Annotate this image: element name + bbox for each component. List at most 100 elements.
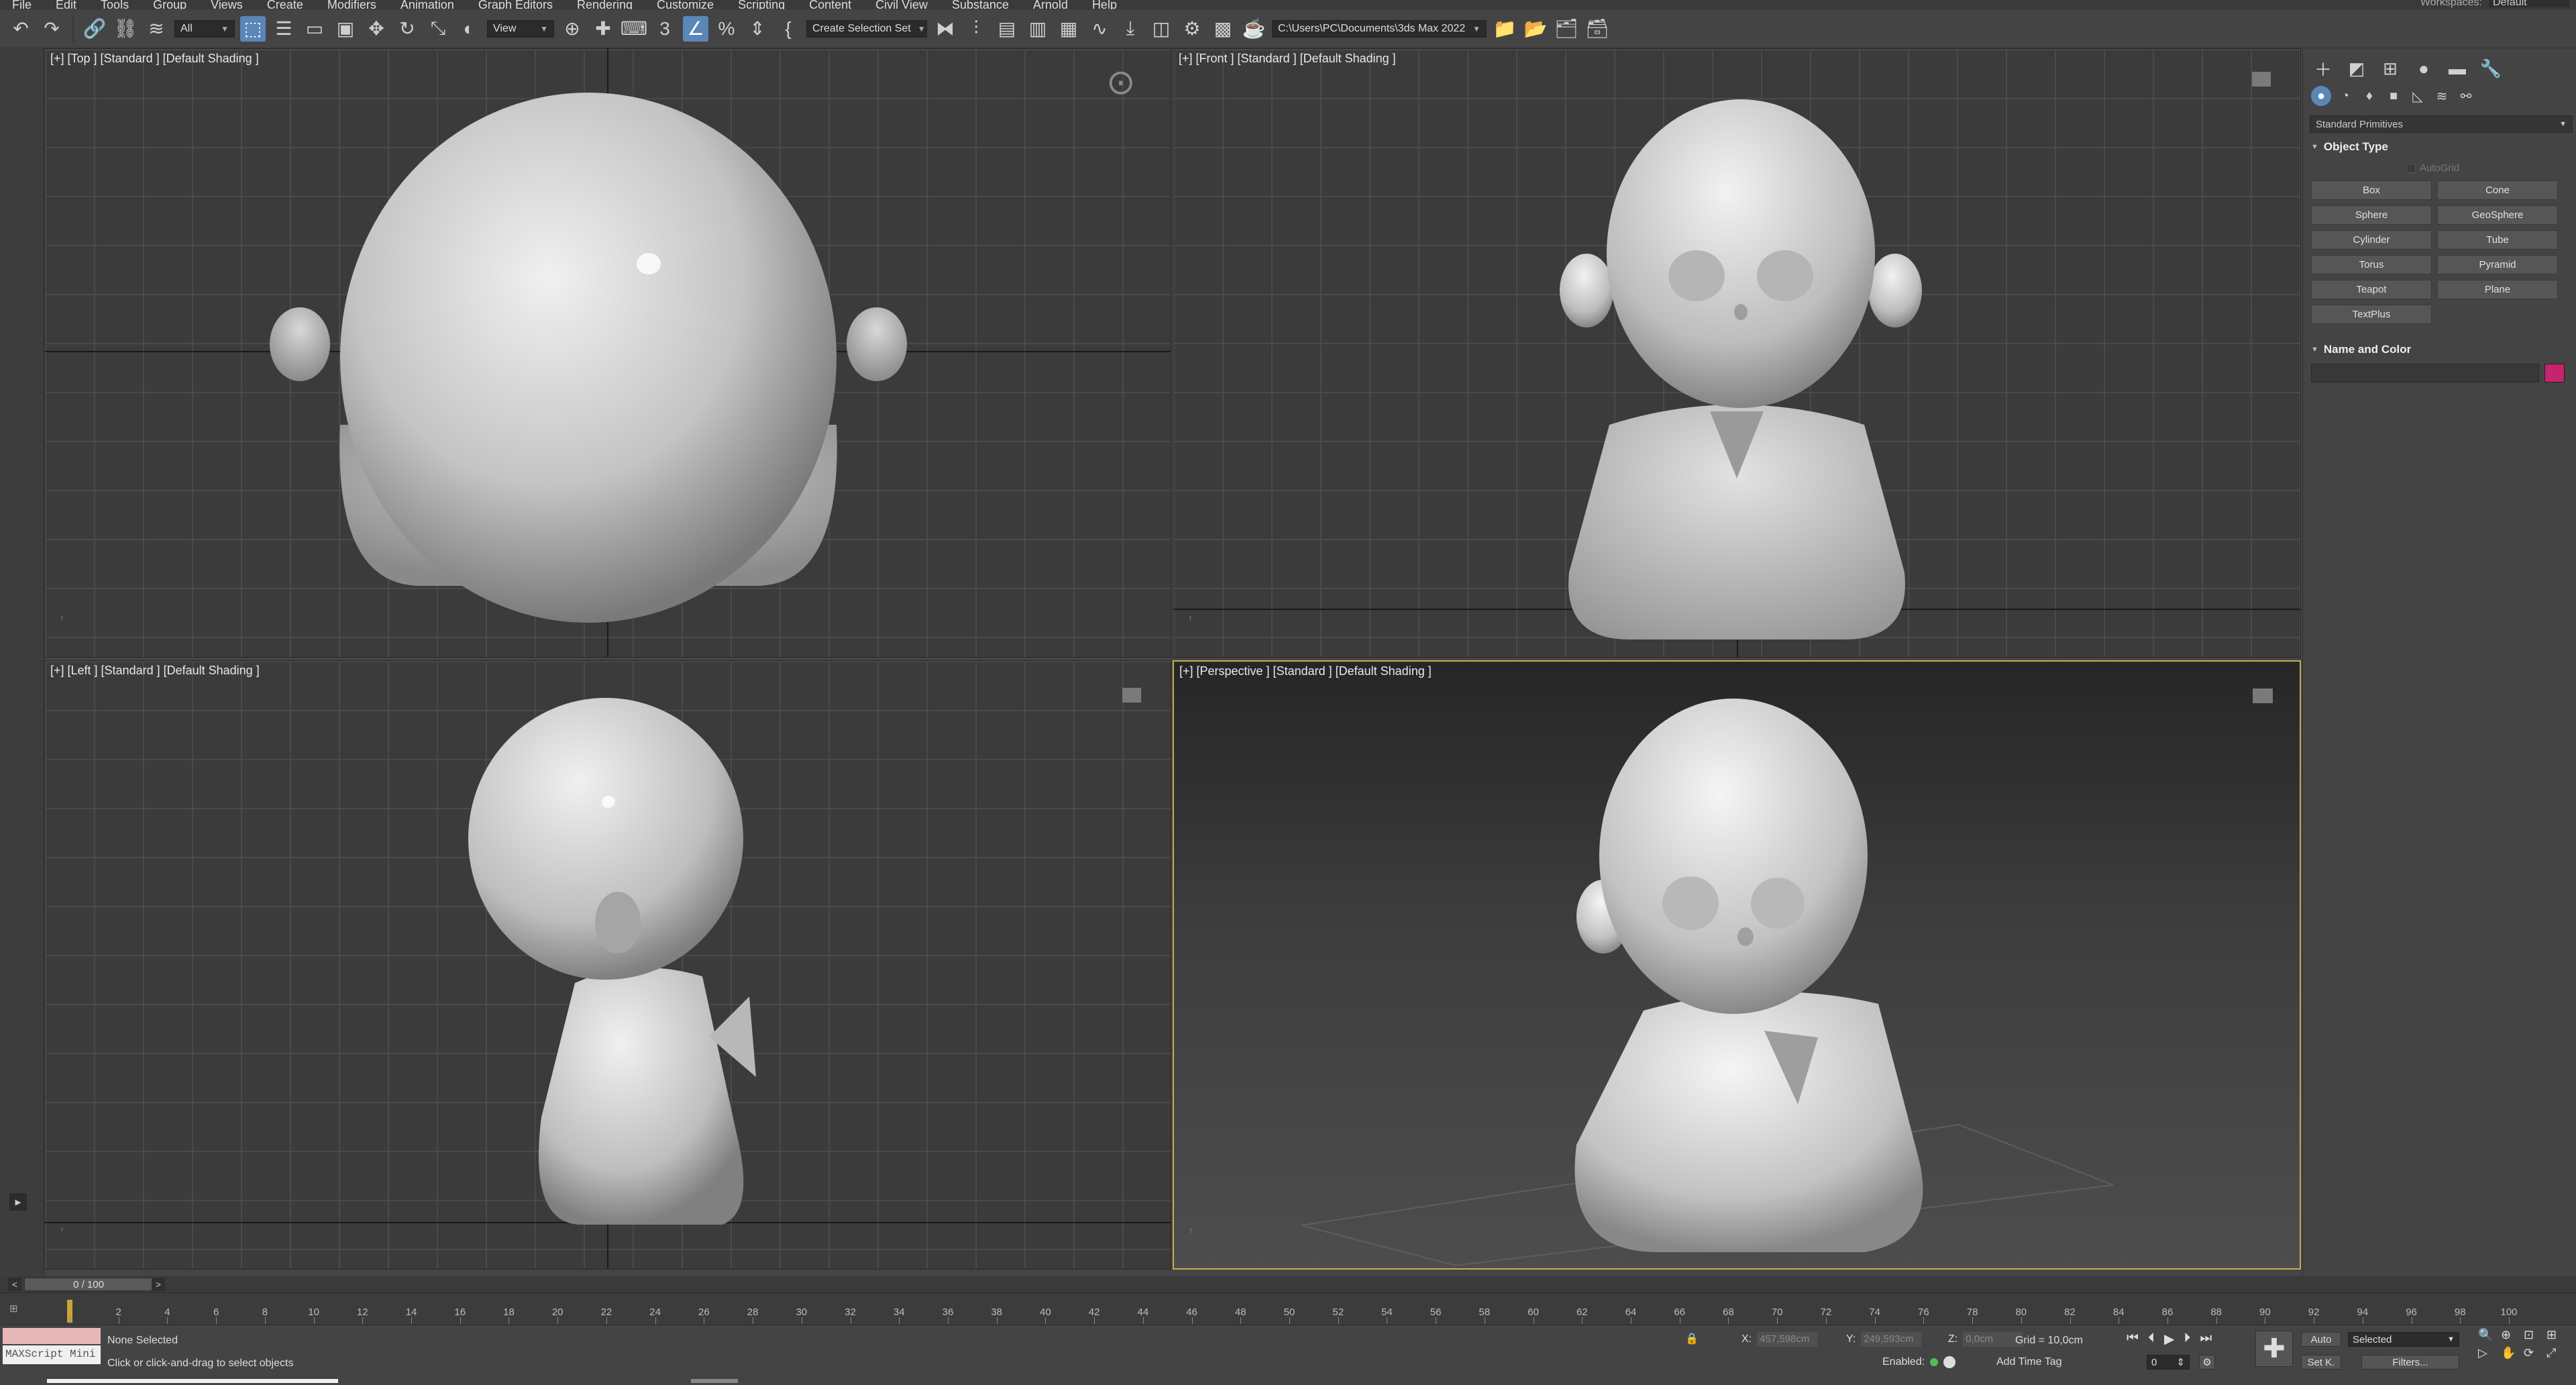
geosphere-button[interactable]: GeoSphere <box>2437 205 2558 225</box>
viewcube-icon[interactable] <box>1122 688 1141 703</box>
zoom-extents-all-icon[interactable]: ⊞ <box>2546 1328 2569 1342</box>
set-key-button[interactable]: Set K. <box>2301 1355 2341 1370</box>
key-filters-button[interactable]: Filters... <box>2361 1355 2459 1370</box>
menu-customize[interactable]: Customize <box>645 0 726 9</box>
project-folder-icon[interactable]: 📁 <box>1492 16 1517 42</box>
utilities-tab-icon[interactable]: 🔧 <box>2477 55 2504 82</box>
go-to-end-icon[interactable]: ⏭ <box>2200 1331 2212 1347</box>
selection-filter-dropdown[interactable]: All ▼ <box>174 19 235 38</box>
primitive-category-dropdown[interactable]: Standard Primitives ▼ <box>2310 115 2573 133</box>
scene-explorer-icon[interactable]: ▤ <box>994 16 1020 42</box>
track-bar[interactable]: ⊞ 2 4 6 8 10 12 14 16 18 20 22 24 26 28 30 32 34 36 38 40 42… <box>0 1292 2576 1325</box>
snap-3d-icon[interactable]: 3 <box>652 16 678 42</box>
material-editor-icon[interactable]: ◫ <box>1148 16 1174 42</box>
pyramid-button[interactable]: Pyramid <box>2437 255 2558 274</box>
rect-selection-icon[interactable]: ▭ <box>302 16 327 42</box>
autogrid-checkbox[interactable]: AutoGrid <box>2406 162 2574 174</box>
viewport-front[interactable]: [+] [Front ] [Standard ] [Default Shadin… <box>1173 48 2301 658</box>
object-color-swatch[interactable] <box>2544 364 2565 382</box>
time-next-icon[interactable]: > <box>152 1278 165 1291</box>
geometry-icon[interactable]: ● <box>2311 86 2331 106</box>
time-prev-icon[interactable]: < <box>8 1278 21 1291</box>
menu-graph-editors[interactable]: Graph Editors <box>466 0 565 9</box>
viewport-perspective[interactable]: [+] [Perspective ] [Standard ] [Default … <box>1173 660 2301 1270</box>
expand-viewport-layout-icon[interactable]: ▸ <box>9 1193 27 1211</box>
cameras-icon[interactable]: ■ <box>2383 86 2404 106</box>
cone-button[interactable]: Cone <box>2437 181 2558 200</box>
schematic-view-icon[interactable]: ⤓ <box>1118 16 1143 42</box>
ref-coord-dropdown[interactable]: View ▼ <box>487 19 554 38</box>
rotate-icon[interactable]: ↻ <box>394 16 420 42</box>
tube-button[interactable]: Tube <box>2437 230 2558 250</box>
unlink-icon[interactable]: ⛓ <box>113 16 138 42</box>
time-slider[interactable]: 0 / 100 <box>24 1278 153 1291</box>
x-field[interactable]: 457,598cm <box>1757 1332 1818 1347</box>
object-name-field[interactable] <box>2311 364 2539 382</box>
menu-file[interactable]: File <box>0 0 44 9</box>
menu-animation[interactable]: Animation <box>388 0 466 9</box>
previous-frame-icon[interactable]: ⏴ <box>2148 1331 2155 1347</box>
window-crossing-icon[interactable]: ▣ <box>333 16 358 42</box>
viewport-top[interactable]: [+] [Top ] [Standard ] [Default Shading … <box>44 48 1171 658</box>
lock-selection-icon[interactable]: 🔒 <box>1685 1332 1699 1345</box>
pan-icon[interactable]: ✋ <box>2501 1346 2524 1360</box>
rendered-frame-icon[interactable]: ▩ <box>1210 16 1236 42</box>
project-folder-dropdown[interactable]: C:\Users\PC\Documents\3ds Max 2022 ▼ <box>1272 19 1487 38</box>
menu-scripting[interactable]: Scripting <box>726 0 797 9</box>
pivot-center-icon[interactable]: ⊕ <box>559 16 585 42</box>
current-frame-field[interactable]: 0 ⇕ <box>2147 1355 2190 1370</box>
hierarchy-tab-icon[interactable]: ⊞ <box>2377 55 2404 82</box>
teapot-button[interactable]: Teapot <box>2311 280 2432 299</box>
create-tab-icon[interactable]: ＋ <box>2310 55 2337 82</box>
fov-icon[interactable]: ▷ <box>2478 1346 2501 1360</box>
menu-group[interactable]: Group <box>141 0 199 9</box>
orbit-icon[interactable]: ⟳ <box>2524 1346 2546 1360</box>
viewport-label-front[interactable]: [+] [Front ] [Standard ] [Default Shadin… <box>1179 52 1396 66</box>
render-production-icon[interactable]: ☕ <box>1241 16 1267 42</box>
menu-arnold[interactable]: Arnold <box>1021 0 1080 9</box>
angle-snap-icon[interactable]: ∠ <box>683 15 708 42</box>
workspaces-dropdown[interactable]: Default <box>2489 0 2569 8</box>
motion-tab-icon[interactable]: ● <box>2410 55 2437 82</box>
z-field[interactable]: 0,0cm <box>1963 1332 2024 1347</box>
layer-explorer-icon[interactable]: ▥ <box>1025 16 1051 42</box>
systems-icon[interactable]: ⚯ <box>2456 86 2476 106</box>
key-filter-icon[interactable]: ⊞ <box>9 1302 36 1316</box>
spinner-snap-icon[interactable]: ⇕ <box>745 16 770 42</box>
redo-icon[interactable]: ↷ <box>39 16 64 42</box>
menu-substance[interactable]: Substance <box>940 0 1021 9</box>
maxscript-listener-input[interactable] <box>3 1328 101 1344</box>
keyboard-shortcut-icon[interactable]: ⌨ <box>621 16 647 42</box>
viewport-label-left[interactable]: [+] [Left ] [Standard ] [Default Shading… <box>50 664 260 678</box>
name-and-color-header[interactable]: ▼ Name and Color <box>2308 341 2574 358</box>
select-manipulate-icon[interactable]: ✚ <box>590 16 616 42</box>
shapes-icon[interactable]: ◔ <box>2335 86 2355 106</box>
ribbon-icon[interactable]: ▦ <box>1056 16 1081 42</box>
placement-icon[interactable]: ◐ <box>456 16 482 42</box>
curve-editor-icon[interactable]: ∿ <box>1087 16 1112 42</box>
plane-button[interactable]: Plane <box>2437 280 2558 299</box>
maximize-viewport-icon[interactable]: ⤢ <box>2546 1346 2569 1360</box>
spacewarps-icon[interactable]: ≋ <box>2432 86 2452 106</box>
menu-rendering[interactable]: Rendering <box>565 0 645 9</box>
object-type-header[interactable]: ▼ Object Type <box>2308 138 2574 156</box>
menu-civil-view[interactable]: Civil View <box>863 0 940 9</box>
menu-create[interactable]: Create <box>255 0 315 9</box>
textplus-button[interactable]: TextPlus <box>2311 305 2432 324</box>
open-project-icon[interactable]: 📂 <box>1523 16 1548 42</box>
menu-modifiers[interactable]: Modifiers <box>315 0 388 9</box>
modify-tab-icon[interactable]: ◩ <box>2343 55 2370 82</box>
menu-edit[interactable]: Edit <box>44 0 89 9</box>
y-field[interactable]: 249,593cm <box>1861 1332 1922 1347</box>
zoom-icon[interactable]: 🔍 <box>2478 1328 2501 1342</box>
zoom-all-icon[interactable]: ⊕ <box>2501 1328 2524 1342</box>
zoom-extents-icon[interactable]: ⊡ <box>2524 1328 2546 1342</box>
viewport-left[interactable]: [+] [Left ] [Standard ] [Default Shading… <box>44 660 1171 1270</box>
play-icon[interactable]: ▶ <box>2164 1331 2174 1347</box>
viewcube-icon[interactable] <box>2252 72 2271 87</box>
render-setup-icon[interactable]: ⚙ <box>1179 16 1205 42</box>
move-icon[interactable]: ✥ <box>364 16 389 42</box>
viewcube-icon[interactable] <box>2253 688 2273 703</box>
maxscript-mini-input[interactable]: MAXScript Mini <box>3 1345 101 1364</box>
project-settings-icon[interactable]: 🗃 <box>1585 16 1610 42</box>
